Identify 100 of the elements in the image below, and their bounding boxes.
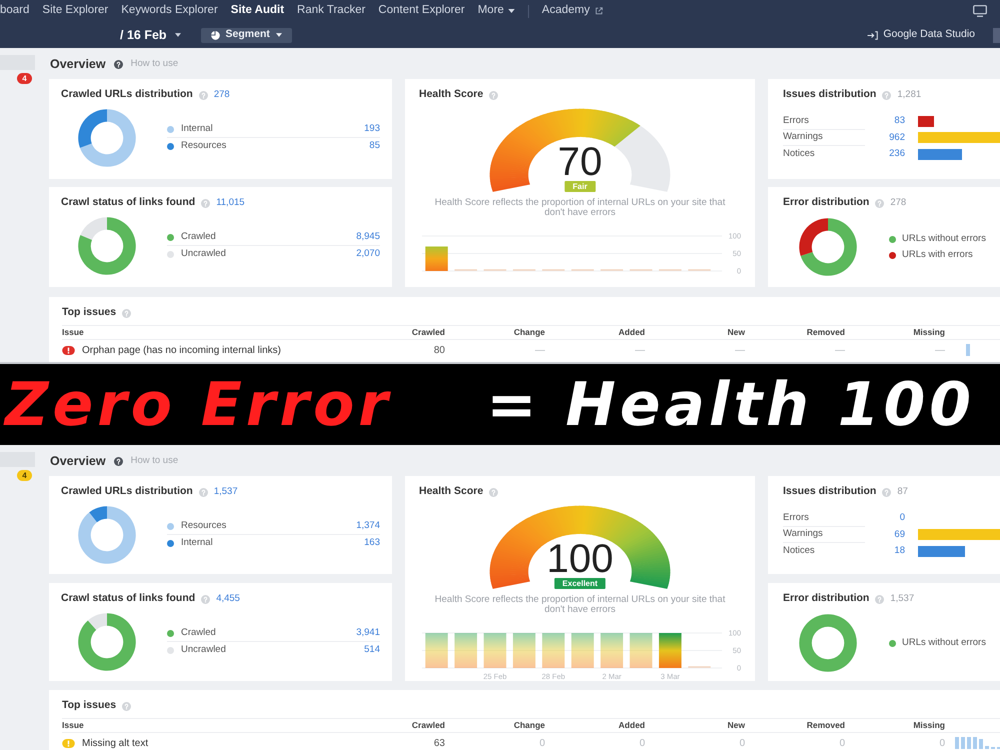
issue-type-label: Warnings xyxy=(783,526,865,543)
export-button[interactable]: Google Data Studio xyxy=(867,27,975,43)
issue-count: 69 xyxy=(893,528,905,542)
card-title: Crawl status of links found xyxy=(61,195,196,210)
table-cell-text: 80 xyxy=(434,344,445,358)
monitor-icon[interactable] xyxy=(973,5,987,17)
caret-icon xyxy=(174,33,181,37)
description-text: Health Score reflects the proportion of internal URLs on your site that don't have errors xyxy=(434,198,726,218)
column-header: Crawled xyxy=(412,719,445,732)
nav-link[interactable]: Rank Tracker xyxy=(297,2,366,20)
column-header: Added xyxy=(618,326,645,339)
section-title: Overview xyxy=(50,56,106,73)
column-header: Added xyxy=(618,719,645,732)
legend-label: URLs without errors xyxy=(902,232,986,246)
legend-label: Resources xyxy=(181,518,226,533)
column-header: Removed xyxy=(806,719,845,732)
card-title: Crawled URLs distribution xyxy=(61,87,193,102)
issue-type-label: Notices xyxy=(783,147,816,162)
table-cell-text: 63 xyxy=(434,736,445,750)
legend-label: Resources xyxy=(181,139,226,154)
rating-badge: Excellent xyxy=(554,578,606,589)
nav-link[interactable]: board xyxy=(0,2,30,20)
chart-bar xyxy=(454,633,478,668)
help-icon[interactable] xyxy=(114,456,123,466)
column-header: Issue xyxy=(62,326,85,339)
nav-link[interactable]: Academy xyxy=(542,2,603,20)
card-title: Error distribution xyxy=(783,591,870,606)
table-cell-text: 0 xyxy=(739,736,745,750)
issue-count: 962 xyxy=(888,130,905,145)
table-cell-text: 0 xyxy=(839,736,845,750)
empty-bar-marker xyxy=(512,269,536,271)
legend-value: 3,941 xyxy=(356,626,380,640)
legend-label: Internal xyxy=(181,122,213,136)
table-cell-text: 0 xyxy=(939,736,945,750)
chart-bar xyxy=(484,633,506,668)
legend-value: 1,374 xyxy=(356,518,380,533)
total-count: 87 xyxy=(897,484,908,499)
legend-label: Uncrawled xyxy=(181,247,226,262)
card-title: Health Score xyxy=(419,484,484,500)
caret-icon xyxy=(508,9,515,13)
issue-count: 0 xyxy=(898,511,905,526)
card-title: Health Score xyxy=(419,87,484,102)
count-badge: 4 xyxy=(17,470,32,481)
column-header: Crawled xyxy=(412,326,445,339)
toolbar-button[interactable] xyxy=(993,28,1000,42)
column-header: New xyxy=(728,326,745,339)
total-count: 1,537 xyxy=(214,484,238,499)
total-count: 278 xyxy=(214,88,230,102)
card-title: Error distribution xyxy=(783,195,870,210)
empty-bar-marker xyxy=(542,269,565,271)
issue-count: 18 xyxy=(893,544,905,558)
column-header: Change xyxy=(514,719,545,732)
health-score-value: 70 xyxy=(558,142,602,182)
legend-value: 514 xyxy=(364,643,380,658)
legend-value: 193 xyxy=(364,122,380,136)
pie-chart-icon xyxy=(210,30,220,40)
empty-bar-marker xyxy=(630,269,652,271)
card-title: Crawl status of links found xyxy=(61,591,196,606)
health-score-value: 100 xyxy=(546,539,614,579)
chart-bar xyxy=(571,633,594,668)
chart-bar xyxy=(425,633,448,668)
column-header: Change xyxy=(514,326,545,339)
legend-value: 2,070 xyxy=(356,247,380,262)
empty-bar-marker xyxy=(600,269,624,271)
empty-bar-marker xyxy=(571,269,594,271)
export-icon xyxy=(867,30,878,40)
chart-bar xyxy=(425,246,448,271)
column-header: Removed xyxy=(806,326,845,339)
help-icon[interactable] xyxy=(114,60,123,68)
column-header: New xyxy=(728,719,745,732)
nav-link[interactable]: Site Audit xyxy=(230,2,284,20)
empty-bar-marker xyxy=(658,269,682,271)
nav-link[interactable]: Content Explorer xyxy=(378,2,465,20)
chart-bar xyxy=(512,633,536,668)
legend-label: URLs without errors xyxy=(902,636,986,650)
table-cell-text: — xyxy=(735,344,745,358)
column-header: Missing xyxy=(913,719,945,732)
table-cell-text: — xyxy=(835,344,845,358)
column-header: Missing xyxy=(913,326,945,339)
issue-type-label: Warnings xyxy=(783,130,865,146)
nav-link[interactable]: More xyxy=(478,2,515,20)
empty-bar-marker xyxy=(454,269,478,271)
nav-link[interactable]: Site Explorer xyxy=(42,2,108,20)
chart-bar xyxy=(658,633,682,668)
card-title: Crawled URLs distribution xyxy=(61,484,193,500)
segment-button[interactable]: Segment xyxy=(200,28,292,42)
nav-link[interactable]: Keywords Explorer xyxy=(121,2,218,20)
trend-sparkline xyxy=(966,344,970,356)
table-cell-text: — xyxy=(635,344,645,358)
issue-type-label: Errors xyxy=(783,113,865,130)
legend-label: Crawled xyxy=(181,230,216,244)
issue-link[interactable]: Missing alt text xyxy=(82,736,148,750)
column-header: Issue xyxy=(62,719,85,732)
legend-label: Uncrawled xyxy=(181,643,226,658)
issue-link[interactable]: Orphan page (has no incoming internal links) xyxy=(82,342,281,358)
issue-type-label: Errors xyxy=(783,510,865,526)
legend-label: URLs with errors xyxy=(902,248,973,262)
date-selector[interactable]: / 16 Feb xyxy=(120,26,181,44)
total-count: 4,455 xyxy=(216,592,240,606)
table-cell-text: 0 xyxy=(539,736,545,750)
